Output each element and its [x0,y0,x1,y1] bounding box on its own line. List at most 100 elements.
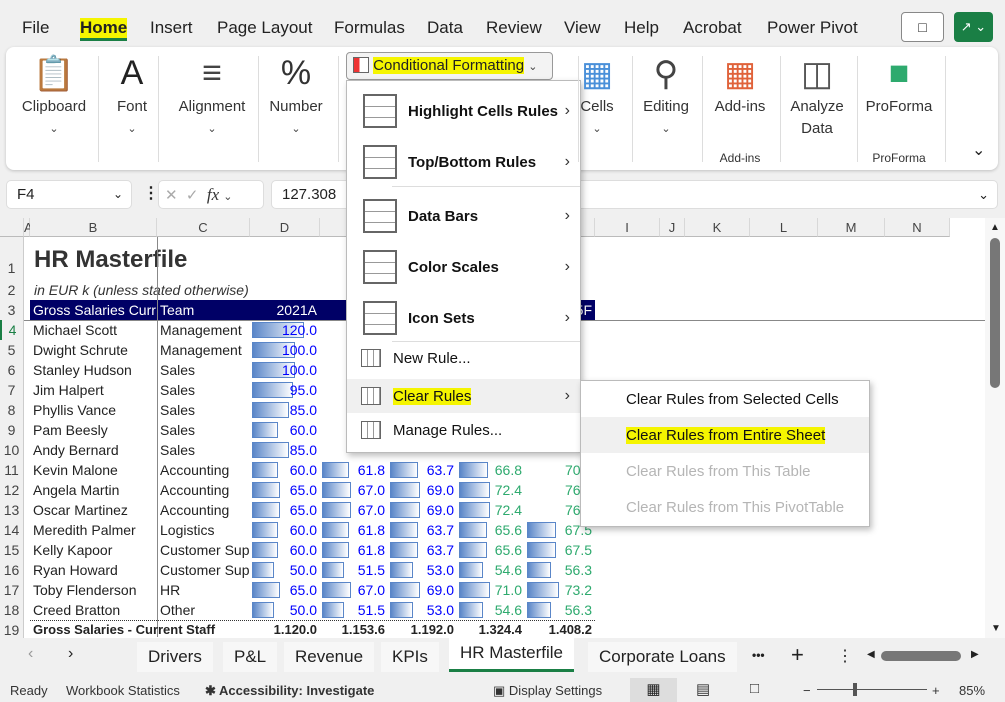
row-header[interactable]: 19 [0,620,24,638]
row-header[interactable]: 8 [0,400,24,420]
sheet-tab-corporate-loans[interactable]: Corporate Loans [588,642,737,672]
salary-cell[interactable]: 61.8 [320,460,388,480]
salary-cell[interactable]: 67.0 [320,580,388,600]
vertical-scrollbar[interactable]: ▲ ▼ [985,218,1005,638]
row-header[interactable]: 14 [0,520,24,540]
salary-cell[interactable]: 65.0 [250,500,320,520]
row-header[interactable]: 17 [0,580,24,600]
ribbon-group-editing[interactable]: Editing ⌄ [643,96,689,140]
prev-sheet-icon[interactable]: ‹ [28,645,33,663]
salary-cell[interactable]: 53.0 [388,600,457,620]
add-sheet-button[interactable]: + [791,642,804,668]
salary-cell[interactable]: 63.7 [388,540,457,560]
salary-cell[interactable]: 65.6 [457,540,525,560]
salary-cell[interactable]: 100.0 [250,360,320,380]
salary-cell[interactable]: 54.6 [457,600,525,620]
zoom-slider[interactable] [817,683,927,696]
row-header[interactable]: 15 [0,540,24,560]
tab-power-pivot[interactable]: Power Pivot [767,18,858,38]
sheet-tab-p-l[interactable]: P&L [223,642,278,672]
salary-cell[interactable]: 85.0 [250,440,320,460]
salary-cell[interactable]: 56.3 [525,600,595,620]
column-header-J[interactable]: J [660,218,685,237]
salary-cell[interactable]: 69.0 [388,580,457,600]
menu-item-data-bars[interactable]: Data Bars › [347,196,580,236]
row-header[interactable]: 10 [0,440,24,460]
row-header[interactable]: 16 [0,560,24,580]
tab-insert[interactable]: Insert [150,18,193,38]
ribbon-group-analyze-data[interactable]: Analyze Data [790,96,843,140]
salary-cell[interactable]: 73.2 [525,580,595,600]
tab-file[interactable]: File [22,18,49,38]
row-header[interactable]: 7 [0,380,24,400]
salary-cell[interactable]: 100.0 [250,340,320,360]
conditional-formatting-button[interactable]: Conditional Formatting ⌄ [346,52,553,80]
salary-cell[interactable]: 60.0 [250,420,320,440]
page-break-view-button[interactable]: □ [750,680,759,697]
ribbon-collapse-icon[interactable]: ⌄ [972,140,985,160]
ribbon-group-font[interactable]: Font ⌄ [117,96,147,140]
tab-review[interactable]: Review [486,18,542,38]
salary-cell[interactable]: 72.4 [457,500,525,520]
column-header-D[interactable]: D [250,218,320,237]
sheet-tab-kpis[interactable]: KPIs [381,642,439,672]
row-header[interactable]: 5 [0,340,24,360]
salary-cell[interactable]: 69.0 [388,500,457,520]
salary-cell[interactable]: 50.0 [250,600,320,620]
zoom-out-button[interactable]: − [803,683,811,698]
salary-cell[interactable]: 60.0 [250,520,320,540]
salary-cell[interactable]: 56.3 [525,560,595,580]
row-header[interactable]: 3 [0,300,24,320]
ribbon-group-alignment[interactable]: Alignment ⌄ [179,96,246,140]
salary-cell[interactable]: 53.0 [388,560,457,580]
sheet-tab-revenue[interactable]: Revenue [284,642,375,672]
salary-cell[interactable]: 72.4 [457,480,525,500]
enter-icon[interactable]: ✓ [186,187,199,204]
display-settings[interactable]: ▣ Display Settings [493,683,602,699]
ribbon-group-cells[interactable]: Cells ⌄ [580,96,613,140]
row-header[interactable]: 1 [0,237,24,280]
salary-cell[interactable]: 63.7 [388,520,457,540]
salary-cell[interactable]: 120.0 [250,320,320,340]
scrollbar-thumb[interactable] [990,238,1000,388]
row-header[interactable]: 11 [0,460,24,480]
next-sheet-icon[interactable]: › [68,645,73,663]
zoom-in-button[interactable]: + [932,683,940,698]
salary-cell[interactable]: 60.0 [250,460,320,480]
salary-cell[interactable]: 61.8 [320,540,388,560]
cancel-icon[interactable]: ✕ [165,187,178,204]
scroll-up-icon[interactable]: ▲ [985,222,1005,233]
salary-cell[interactable]: 67.0 [320,480,388,500]
zoom-slider-thumb[interactable] [853,683,857,696]
ribbon-group-clipboard[interactable]: Clipboard ⌄ [22,96,86,140]
normal-view-button[interactable]: ▦ [630,678,677,702]
tab-acrobat[interactable]: Acrobat [683,18,742,38]
more-options-icon[interactable]: ⋮ [837,646,853,666]
insert-function-button[interactable]: fx [207,185,219,204]
share-button[interactable]: ↗ ⌄ [954,12,993,42]
salary-cell[interactable]: 61.8 [320,520,388,540]
column-header-C[interactable]: C [157,218,250,237]
salary-cell[interactable]: 66.8 [457,460,525,480]
column-header-M[interactable]: M [818,218,885,237]
row-header[interactable]: 4 [0,320,24,340]
workbook-statistics[interactable]: Workbook Statistics [66,683,180,698]
salary-cell[interactable]: 65.0 [250,480,320,500]
column-header-I[interactable]: I [595,218,660,237]
menu-item-new-rule[interactable]: New Rule... [347,343,580,373]
salary-cell[interactable]: 95.0 [250,380,320,400]
zoom-level[interactable]: 85% [959,683,985,698]
row-header[interactable]: 13 [0,500,24,520]
more-sheets-button[interactable]: ••• [752,648,765,662]
ribbon-group-number[interactable]: Number ⌄ [269,96,322,140]
tab-page-layout[interactable]: Page Layout [217,18,312,38]
menu-item-color-scales[interactable]: Color Scales › [347,247,580,287]
comments-button[interactable]: □ [901,12,944,42]
more-options-icon[interactable]: ⋮ [143,183,159,203]
salary-cell[interactable]: 67.5 [525,540,595,560]
expand-formula-bar-icon[interactable]: ⌄ [978,181,989,208]
menu-item-highlight-cells-rules[interactable]: Highlight Cells Rules › [347,91,580,131]
name-box[interactable]: F4 ⌄ [6,180,132,209]
menu-item-top-bottom-rules[interactable]: Top/Bottom Rules › [347,142,580,182]
submenu-item-clear-rules-from-entire-sheet[interactable]: Clear Rules from Entire Sheet [581,417,869,453]
